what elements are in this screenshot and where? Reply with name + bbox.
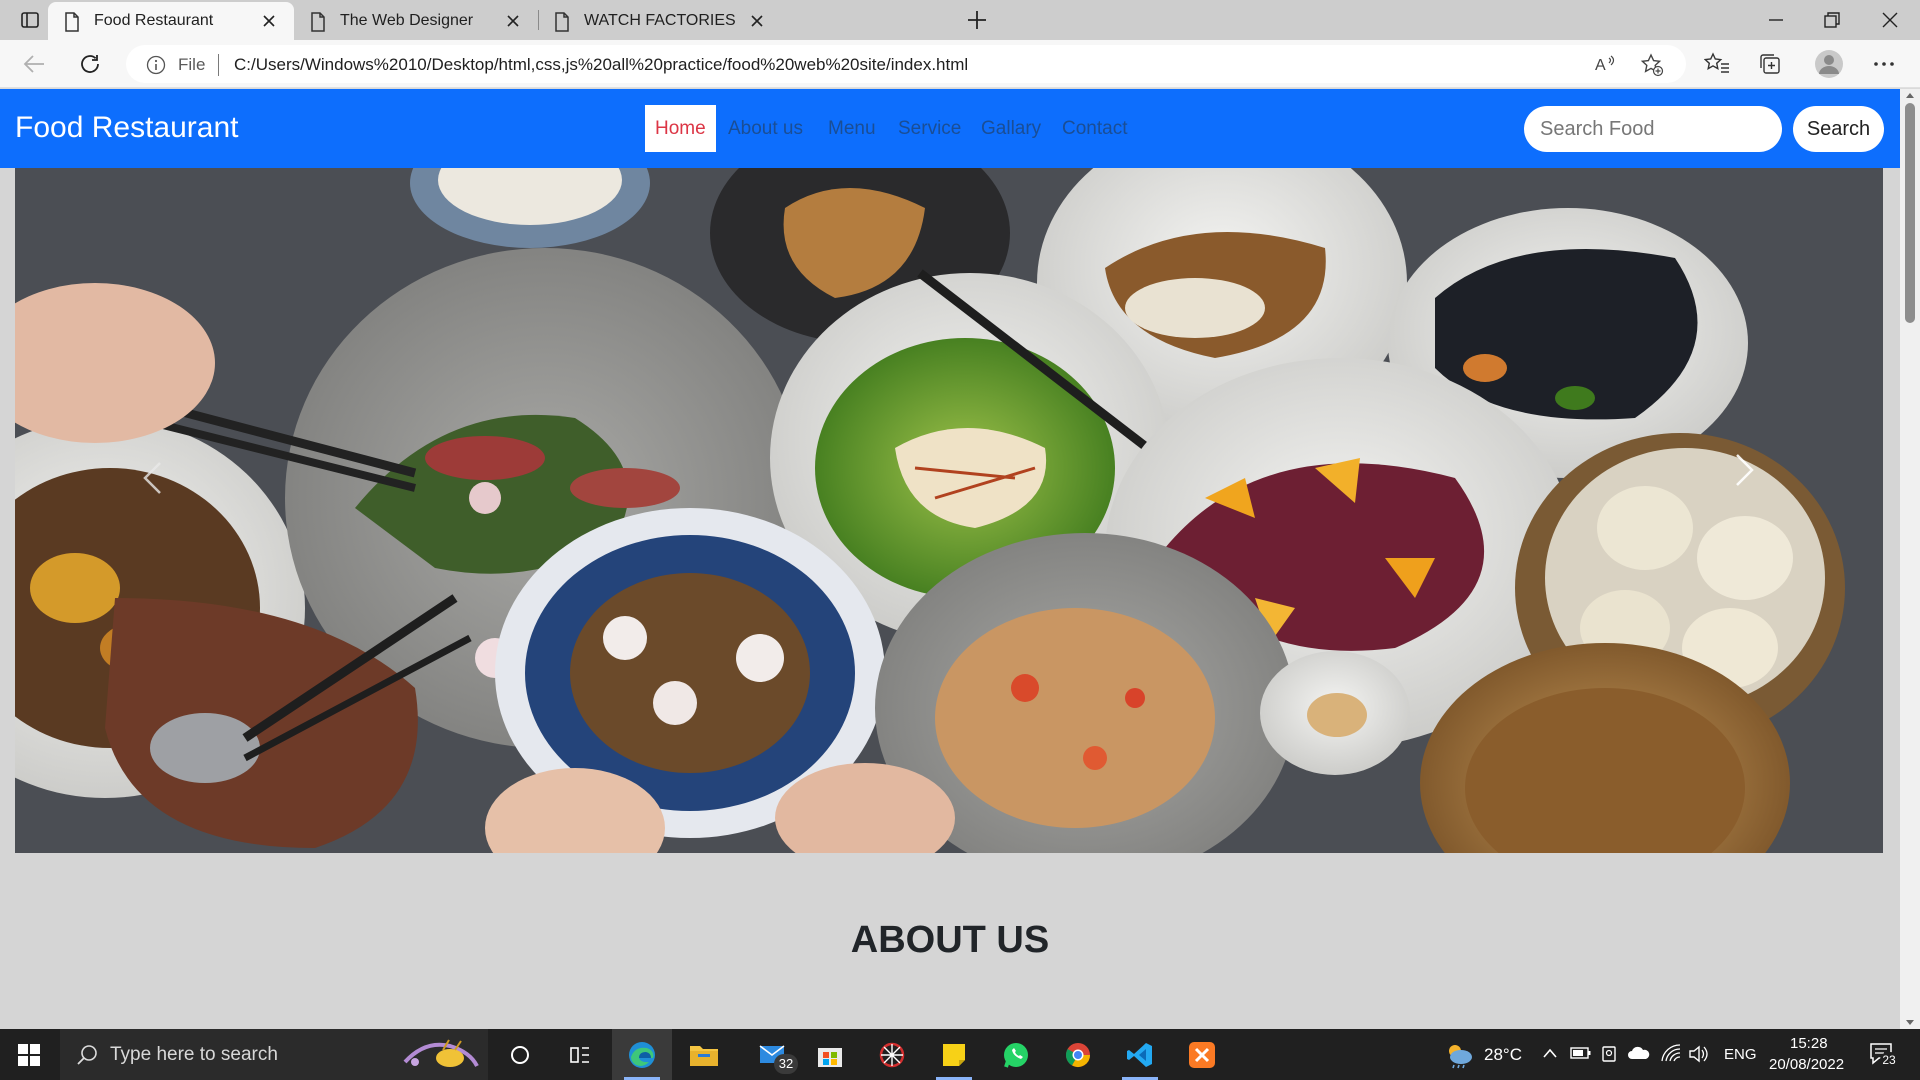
file-explorer-icon[interactable]	[674, 1029, 734, 1080]
windows-taskbar: Type here to search 32 28°C ENG 15:28 20…	[0, 1029, 1920, 1080]
meet-now-icon[interactable]	[1601, 1044, 1619, 1064]
page-icon	[64, 12, 80, 32]
microsoft-store-icon[interactable]	[800, 1029, 860, 1080]
tab-title: WATCH FACTORIES	[584, 12, 736, 29]
about-us-heading: ABOUT US	[850, 919, 1050, 961]
taskbar-search-box[interactable]: Type here to search	[60, 1029, 488, 1080]
edge-browser-icon[interactable]	[612, 1029, 672, 1080]
nav-link-service[interactable]: Service	[888, 105, 971, 152]
browser-toolbar: File C:/Users/Windows%2010/Desktop/html,…	[0, 40, 1920, 88]
mail-badge: 32	[774, 1054, 798, 1074]
restore-icon[interactable]	[1822, 10, 1842, 30]
back-icon[interactable]	[22, 53, 46, 75]
svg-text:A: A	[1595, 57, 1606, 74]
clock-date[interactable]: 20/08/2022	[1769, 1056, 1844, 1073]
read-aloud-icon[interactable]: A	[1594, 54, 1618, 74]
minimize-icon[interactable]	[1766, 10, 1786, 30]
search-icon	[76, 1044, 98, 1066]
add-favorite-icon[interactable]	[1640, 53, 1664, 77]
hero-carousel	[15, 168, 1883, 853]
close-tab-icon[interactable]	[260, 12, 278, 30]
favorites-icon[interactable]	[1704, 52, 1730, 76]
tab-actions-icon[interactable]	[20, 10, 40, 30]
taskbar-search-placeholder: Type here to search	[110, 1044, 278, 1065]
browser-tab-bar: Food Restaurant The Web Designer WATCH F…	[0, 0, 1920, 40]
close-window-icon[interactable]	[1880, 10, 1900, 30]
notifications-icon[interactable]: 23	[1868, 1040, 1898, 1068]
page-viewport: Food Restaurant Home About us Menu Servi…	[0, 89, 1900, 1029]
search-button[interactable]: Search	[1793, 106, 1884, 152]
address-scheme-label: File	[178, 55, 206, 74]
whatsapp-icon[interactable]	[986, 1029, 1046, 1080]
scrollbar-thumb[interactable]	[1905, 103, 1915, 323]
refresh-icon[interactable]	[78, 52, 102, 76]
scroll-up-icon[interactable]	[1905, 91, 1915, 99]
address-url[interactable]: C:/Users/Windows%2010/Desktop/html,css,j…	[234, 55, 968, 75]
address-separator	[218, 54, 219, 76]
volume-icon[interactable]	[1688, 1044, 1710, 1064]
browser-tab-web-designer[interactable]: The Web Designer	[294, 2, 538, 40]
search-food-input[interactable]	[1524, 106, 1782, 152]
search-highlight-icon	[395, 1032, 485, 1078]
browser-tab-watch-factories[interactable]: WATCH FACTORIES	[538, 2, 782, 40]
sticky-notes-icon[interactable]	[924, 1029, 984, 1080]
nav-link-about[interactable]: About us	[718, 105, 813, 152]
address-bar[interactable]: File C:/Users/Windows%2010/Desktop/html,…	[126, 45, 1686, 83]
close-tab-icon[interactable]	[504, 12, 522, 30]
task-view-icon[interactable]	[550, 1029, 610, 1080]
site-brand[interactable]: Food Restaurant	[15, 111, 238, 145]
close-tab-icon[interactable]	[748, 12, 766, 30]
battery-icon[interactable]	[1570, 1046, 1592, 1060]
onedrive-icon[interactable]	[1628, 1046, 1650, 1060]
notification-count: 23	[1880, 1052, 1898, 1068]
nav-link-gallary[interactable]: Gallary	[971, 105, 1051, 152]
wifi-icon[interactable]	[1660, 1043, 1682, 1063]
vscode-icon[interactable]	[1110, 1029, 1170, 1080]
site-navbar: Food Restaurant Home About us Menu Servi…	[0, 89, 1900, 168]
browser-tab-food-restaurant[interactable]: Food Restaurant	[48, 2, 294, 40]
mail-icon[interactable]: 32	[744, 1029, 804, 1080]
page-scrollbar[interactable]	[1900, 89, 1920, 1029]
app-spider-icon[interactable]	[862, 1029, 922, 1080]
info-icon[interactable]	[146, 55, 166, 75]
chrome-icon[interactable]	[1048, 1029, 1108, 1080]
page-icon	[310, 12, 326, 32]
carousel-prev-icon[interactable]	[130, 443, 180, 503]
page-icon	[554, 12, 570, 32]
profile-avatar-icon[interactable]	[1814, 49, 1844, 79]
tab-title: Food Restaurant	[94, 12, 214, 29]
weather-temperature[interactable]: 28°C	[1484, 1045, 1522, 1065]
more-options-icon[interactable]	[1872, 52, 1896, 76]
nav-link-home[interactable]: Home	[645, 105, 716, 152]
collections-icon[interactable]	[1758, 52, 1782, 76]
xampp-icon[interactable]	[1172, 1029, 1232, 1080]
tab-title: The Web Designer	[340, 12, 474, 29]
weather-icon[interactable]	[1444, 1041, 1474, 1069]
nav-link-contact[interactable]: Contact	[1052, 105, 1137, 152]
new-tab-icon[interactable]	[966, 9, 988, 31]
input-language[interactable]: ENG	[1724, 1046, 1757, 1063]
clock-time[interactable]: 15:28	[1790, 1035, 1828, 1052]
show-hidden-icons-icon[interactable]	[1542, 1047, 1558, 1059]
food-spread-image	[15, 168, 1883, 853]
scroll-down-icon[interactable]	[1905, 1019, 1915, 1027]
nav-link-menu[interactable]: Menu	[818, 105, 886, 152]
windows-start-icon[interactable]	[18, 1044, 40, 1066]
cortana-icon[interactable]	[490, 1029, 550, 1080]
carousel-next-icon[interactable]	[1720, 438, 1770, 498]
